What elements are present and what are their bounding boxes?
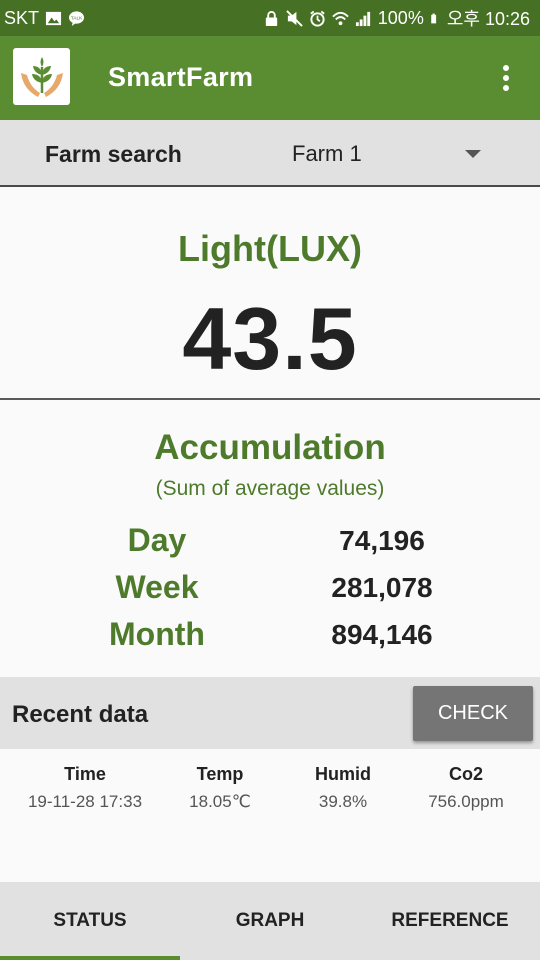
sensor-title: Light(LUX): [178, 228, 362, 269]
recent-co2-header: Co2: [448, 764, 483, 784]
app-logo: [13, 48, 70, 105]
accumulation-month-value: 894,146: [331, 619, 433, 650]
recent-temp-column: Temp 18.05℃: [150, 764, 290, 812]
accumulation-day-value: 74,196: [339, 525, 425, 556]
kakaotalk-icon: TALK: [68, 10, 85, 26]
accumulation-week-label: Week: [115, 569, 199, 605]
recent-data-bar: Recent data CHECK: [0, 677, 540, 749]
recent-temp-header: Temp: [196, 764, 244, 784]
farm-search-label: Farm search: [45, 141, 182, 167]
accumulation-title: Accumulation: [154, 428, 386, 467]
farm-select-value: Farm 1: [292, 141, 362, 166]
check-button[interactable]: CHECK: [413, 686, 533, 741]
gallery-icon: [45, 11, 62, 25]
signal-icon: [355, 11, 370, 26]
app-bar: SmartFarm: [0, 36, 540, 120]
lock-icon: [265, 10, 277, 26]
mute-icon: [286, 9, 303, 27]
recent-time-value: 19-11-28 17:33: [27, 792, 143, 811]
more-options-icon[interactable]: [492, 62, 520, 94]
tab-graph[interactable]: GRAPH: [180, 882, 360, 960]
accumulation-day-label: Day: [127, 522, 187, 558]
alarm-icon: [310, 10, 325, 27]
recent-data-title: Recent data: [12, 701, 149, 728]
recent-humid-value: 39.8%: [318, 792, 368, 811]
battery-percent: 100%: [377, 7, 424, 28]
accumulation-week-value: 281,078: [331, 572, 433, 603]
recent-humid-header: Humid: [315, 764, 371, 784]
tab-status[interactable]: STATUS: [0, 882, 180, 960]
wifi-icon: [332, 11, 349, 25]
recent-co2-value: 756.0ppm: [428, 792, 504, 811]
recent-time-header: Time: [64, 764, 106, 784]
accumulation-month-label: Month: [109, 616, 205, 652]
status-bar: SKT TALK 100% 오후 10:26: [0, 0, 540, 36]
carrier-label: SKT: [4, 7, 40, 28]
dropdown-caret-icon: [465, 150, 481, 158]
app-title: SmartFarm: [108, 62, 254, 92]
bottom-tab-bar: STATUS GRAPH REFERENCE: [0, 882, 540, 960]
battery-icon: [431, 13, 436, 23]
farm-search-bar: Farm search Farm 1: [0, 120, 540, 187]
recent-temp-value: 18.05℃: [189, 792, 251, 811]
clock: 오후 10:26: [446, 9, 530, 29]
recent-time-column: Time 19-11-28 17:33: [15, 764, 155, 812]
sprout-hands-icon: [20, 56, 63, 97]
recent-co2-column: Co2 756.0ppm: [396, 764, 536, 812]
svg-text:TALK: TALK: [71, 15, 83, 21]
recent-humid-column: Humid 39.8%: [273, 764, 413, 812]
section-divider: [0, 398, 540, 400]
farm-select-dropdown[interactable]: Farm 1: [280, 128, 510, 178]
tab-reference[interactable]: REFERENCE: [360, 882, 540, 960]
sensor-value: 43.5: [182, 289, 358, 388]
active-tab-indicator: [0, 956, 180, 960]
accumulation-subtitle: (Sum of average values): [155, 477, 385, 500]
